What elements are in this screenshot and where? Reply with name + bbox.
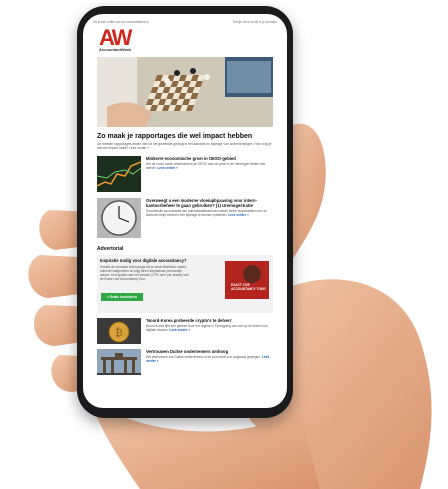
read-more-link[interactable]: Lees verder » [228, 213, 249, 217]
advertorial-image-text: EXACT LIVE ACCOUNTANCY TOUR [231, 283, 266, 292]
news-title[interactable]: Vertrouwen Duitse ondernemers omhoog [146, 349, 273, 354]
main-intro: De meeste rapportages leiden niet tot he… [97, 142, 272, 151]
phone-screen: Dit is een editie van AccountantWeek.nl … [83, 14, 287, 408]
advertorial-box[interactable]: Inspiratie nodig voor digitale accountan… [97, 255, 273, 314]
signup-button[interactable]: » Gratis inschrijven [101, 293, 143, 302]
news-body: Het vertrouwen van Duitse ondernemers in… [146, 355, 261, 360]
accountantweek-logo[interactable]: AW AccountantWeek [99, 27, 287, 53]
speaker-figure [243, 265, 261, 284]
article-title[interactable]: Minkerre economische groei in OESO-gebie… [146, 156, 273, 161]
browser-link[interactable]: Bekijk deze email in je browser [233, 20, 277, 24]
brandenburg-gate-photo-icon [97, 349, 141, 376]
hero-image[interactable] [97, 57, 273, 127]
smartphone: Dit is een editie van AccountantWeek.nl … [77, 6, 293, 418]
svg-text:₿: ₿ [115, 327, 122, 339]
email-topbar: Dit is een editie van AccountantWeek.nl … [83, 14, 287, 24]
read-more-link[interactable]: Lees verder » [169, 328, 190, 332]
article-item[interactable]: Minkerre economische groei in OESO-gebie… [97, 156, 273, 193]
edition-note: Dit is een editie van AccountantWeek.nl [93, 20, 149, 24]
clock-photo-icon [97, 198, 141, 239]
advertorial-label: Advertorial [97, 246, 124, 253]
read-more-link[interactable]: Lees verder » [157, 166, 178, 170]
logo-letters: AW [99, 25, 132, 50]
stock-chart-photo-icon [97, 156, 141, 193]
article-summary: Het de zoom mede ondernemers de OESO was… [146, 162, 273, 170]
news-item[interactable]: Vertrouwen Duitse ondernemers omhoog Het… [97, 349, 273, 376]
news-summary: Het vertrouwen van Duitse ondernemers in… [146, 355, 273, 363]
article-item[interactable]: Overweegt u een moderne vloeiupbpaaving … [97, 198, 273, 239]
article-summary: Succesvolle accountants van administrati… [146, 209, 273, 217]
main-headline[interactable]: Zo maak je rapportages die wel impact he… [97, 133, 273, 140]
news-summary: Noord-Korea lijkt een geheim door het re… [146, 324, 273, 332]
news-item[interactable]: ₿ 'Noord-Korea probeerde crypto's te del… [97, 318, 273, 345]
crypto-coin-photo-icon: ₿ [97, 318, 141, 345]
logo-subtitle: AccountantWeek [99, 47, 132, 52]
speaker-photo-icon: EXACT LIVE ACCOUNTANCY TOUR [225, 261, 269, 300]
advertorial-body: Ontdek de nieuwste technologie die je we… [100, 265, 189, 282]
news-title[interactable]: 'Noord-Korea probeerde crypto's te delve… [146, 318, 273, 323]
article-title[interactable]: Overweegt u een moderne vloeiupbpaaving … [146, 198, 273, 208]
chessboard-photo-icon [97, 57, 273, 127]
news-body: Noord-Korea lijkt een geheim door het re… [146, 324, 268, 333]
